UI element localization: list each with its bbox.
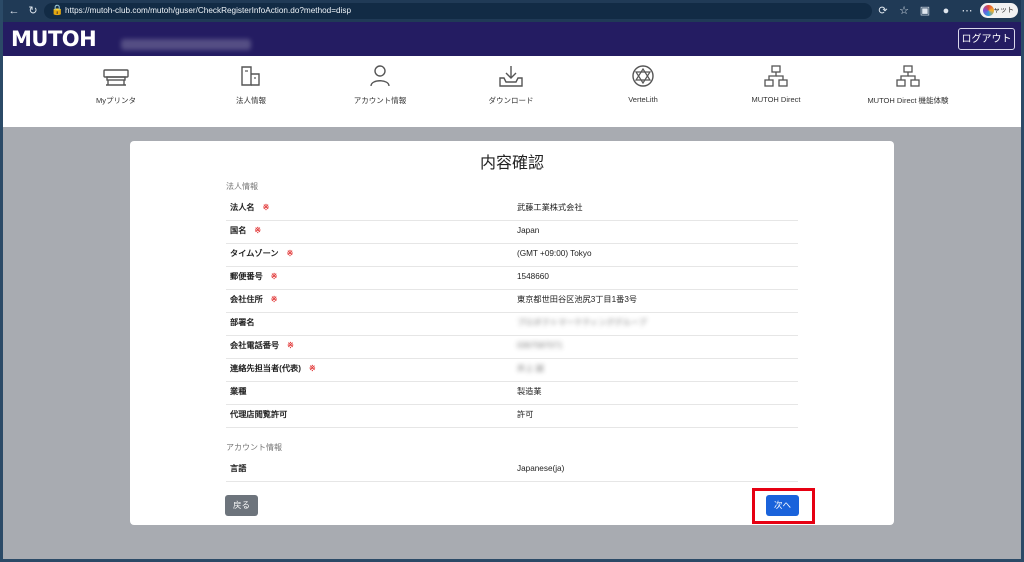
table-row: タイムゾーン ※ (GMT +09:00) Tokyo bbox=[226, 243, 798, 267]
field-value: 1548660 bbox=[517, 272, 549, 281]
table-row: 会社電話番号 ※ 0367587071 bbox=[226, 335, 798, 359]
field-label: 代理店閲覧許可 bbox=[230, 410, 288, 419]
browser-toolbar: ← ↻ 🔒 https://mutoh-club.com/mutoh/guser… bbox=[3, 0, 1021, 22]
nav-item-account-info[interactable]: アカウント情報 bbox=[320, 56, 440, 127]
field-label: 郵便番号 ※ bbox=[230, 272, 278, 281]
section-label-account: アカウント情報 bbox=[226, 443, 282, 452]
nav-label: ダウンロード bbox=[488, 96, 534, 105]
field-label: タイムゾーン ※ bbox=[230, 249, 294, 258]
printer-icon bbox=[103, 69, 129, 86]
table-row: 業種 製造業 bbox=[226, 381, 798, 405]
required-mark: ※ bbox=[270, 272, 278, 281]
more-menu-icon[interactable]: ⋯ bbox=[960, 4, 974, 18]
field-label: 連絡先担当者(代表) ※ bbox=[230, 364, 316, 373]
brand-logo[interactable]: MUTOH bbox=[11, 26, 97, 52]
user-email-redacted bbox=[121, 39, 251, 50]
network-icon bbox=[764, 65, 788, 87]
table-row: 会社住所 ※ 東京都世田谷区池尻3丁目1番3号 bbox=[226, 289, 798, 313]
building-icon bbox=[241, 66, 260, 86]
copilot-icon bbox=[983, 5, 994, 16]
nav-label: Myプリンタ bbox=[96, 96, 136, 105]
user-icon bbox=[370, 65, 390, 87]
field-value: 許可 bbox=[517, 410, 534, 419]
field-label: 部署名 bbox=[230, 318, 255, 327]
field-value: Japanese(ja) bbox=[517, 464, 565, 473]
required-mark: ※ bbox=[286, 249, 294, 258]
table-row: 代理店閲覧許可 許可 bbox=[226, 404, 798, 428]
required-mark: ※ bbox=[270, 295, 278, 304]
back-arrow-icon[interactable]: ← bbox=[7, 4, 21, 18]
site-header: MUTOH ログアウト bbox=[3, 22, 1021, 56]
field-value-redacted: 井上 誠 bbox=[517, 364, 544, 373]
nav-label: アカウント情報 bbox=[353, 96, 407, 105]
field-value: 東京都世田谷区池尻3丁目1番3号 bbox=[517, 295, 638, 304]
table-row: 国名 ※ Japan bbox=[226, 220, 798, 244]
field-label: 会社住所 ※ bbox=[230, 295, 278, 304]
network-icon bbox=[896, 65, 920, 87]
field-value: Japan bbox=[517, 226, 540, 235]
download-icon bbox=[499, 66, 523, 87]
page-title: 内容確認 bbox=[479, 155, 544, 172]
nav-item-mutoh-direct-trial[interactable]: MUTOH Direct 機能体験 bbox=[848, 56, 968, 127]
collections-icon[interactable]: ▣ bbox=[918, 4, 932, 18]
nav-item-mutoh-direct[interactable]: MUTOH Direct bbox=[716, 56, 836, 127]
address-bar[interactable]: 🔒 https://mutoh-club.com/mutoh/guser/Che… bbox=[44, 3, 872, 19]
lock-icon: 🔒 bbox=[51, 5, 64, 16]
nav-label: 法人情報 bbox=[236, 96, 266, 105]
field-label: 国名 ※ bbox=[230, 226, 262, 235]
field-label: 業種 bbox=[230, 387, 247, 396]
field-value-redacted: 0367587071 bbox=[517, 341, 563, 350]
reload-icon[interactable]: ↻ bbox=[26, 4, 40, 18]
browser-sync-icon[interactable]: ⟳ bbox=[876, 4, 890, 18]
table-row: 郵便番号 ※ 1548660 bbox=[226, 266, 798, 290]
table-row: 連絡先担当者(代表) ※ 井上 誠 bbox=[226, 358, 798, 382]
table-row: 言語 Japanese(ja) bbox=[226, 458, 798, 482]
field-label: 会社電話番号 ※ bbox=[230, 341, 294, 350]
field-value-redacted: プロダクトマーケティンググループ bbox=[517, 318, 647, 327]
nav-label: MUTOH Direct 機能体験 bbox=[867, 96, 949, 105]
field-value: (GMT +09:00) Tokyo bbox=[517, 249, 592, 258]
copilot-chat-button[interactable]: チャット bbox=[980, 3, 1018, 18]
logout-button[interactable]: ログアウト bbox=[958, 28, 1015, 50]
field-label: 言語 bbox=[230, 464, 247, 473]
app-frame: ← ↻ 🔒 https://mutoh-club.com/mutoh/guser… bbox=[3, 0, 1021, 559]
nav-label: MUTOH Direct bbox=[751, 95, 801, 104]
required-mark: ※ bbox=[308, 364, 316, 373]
table-row: 部署名 プロダクトマーケティンググループ bbox=[226, 312, 798, 336]
nav-label: VerteLith bbox=[628, 95, 658, 104]
table-row: 法人名 ※ 武藤工業株式会社 bbox=[226, 197, 798, 221]
required-mark: ※ bbox=[287, 341, 294, 350]
confirmation-card: 内容確認 法人情報 法人名 ※ 武藤工業株式会社 国名 ※ Japan タイムゾーン… bbox=[130, 141, 894, 525]
field-value: 製造業 bbox=[517, 387, 542, 396]
required-mark: ※ bbox=[262, 203, 270, 212]
nav-item-vertelith[interactable]: VerteLith bbox=[583, 56, 703, 127]
nav-item-corporate-info[interactable]: 法人情報 bbox=[191, 56, 311, 127]
field-value: 武藤工業株式会社 bbox=[517, 203, 583, 212]
main-nav: Myプリンタ 法人情報 アカウント情報 ダウンロード VerteLith MUT… bbox=[3, 56, 1021, 127]
section-label-corporate: 法人情報 bbox=[226, 182, 258, 191]
next-button[interactable]: 次へ bbox=[766, 495, 799, 516]
back-button[interactable]: 戻る bbox=[225, 495, 258, 516]
required-mark: ※ bbox=[254, 226, 262, 235]
url-text: https://mutoh-club.com/mutoh/guser/Check… bbox=[65, 6, 352, 15]
field-label: 法人名 ※ bbox=[230, 203, 270, 212]
nav-item-my-printer[interactable]: Myプリンタ bbox=[56, 56, 176, 127]
profile-icon[interactable]: ● bbox=[939, 4, 953, 18]
vertelith-icon bbox=[632, 65, 654, 87]
nav-item-download[interactable]: ダウンロード bbox=[451, 56, 571, 127]
favorites-icon[interactable]: ☆ bbox=[897, 4, 911, 18]
